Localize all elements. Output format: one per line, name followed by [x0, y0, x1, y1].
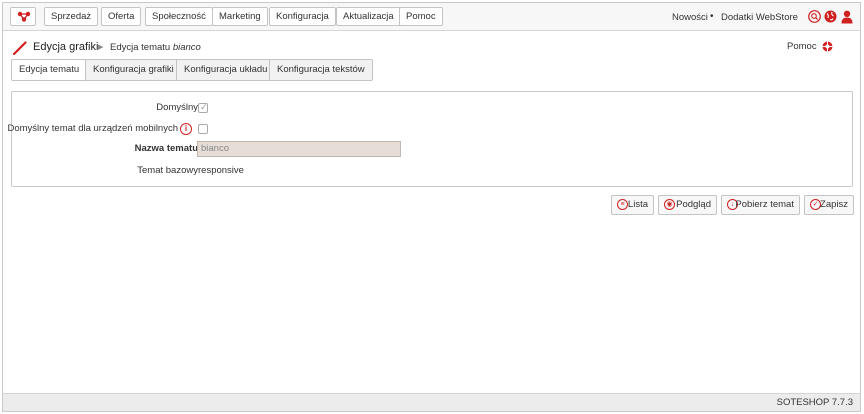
default-label: Domyślny	[156, 102, 198, 113]
base-theme-value: responsive	[198, 165, 244, 176]
download-theme-button-label: Pobierz temat	[735, 199, 794, 210]
default-checkbox[interactable]	[198, 102, 208, 113]
soteshop-logo-icon	[17, 11, 31, 22]
save-button-label: Zapisz	[820, 199, 848, 210]
download-theme-button[interactable]: ↓ Pobierz temat	[721, 195, 800, 215]
nav-help[interactable]: Pomoc	[399, 7, 443, 26]
nav-separator: •	[710, 11, 714, 22]
preview-button-label: Podgląd	[676, 199, 711, 210]
theme-name-field[interactable]: bianco	[197, 141, 401, 157]
help-label: Pomoc	[787, 41, 817, 52]
pencil-icon	[13, 41, 27, 55]
base-theme-label: Temat bazowy	[137, 165, 198, 176]
globe-icon[interactable]	[824, 10, 837, 23]
nav-sales[interactable]: Sprzedaż	[44, 7, 99, 26]
list-icon: ≡	[617, 199, 628, 210]
tab-graphics-config[interactable]: Konfiguracja grafiki	[85, 59, 182, 81]
app-window: Sprzedaż Oferta Społeczność Marketing Ko…	[2, 2, 861, 412]
lifebuoy-icon	[822, 41, 833, 52]
mobile-default-label: Domyślny temat dla urządzeń mobilnych	[7, 123, 178, 134]
theme-name-label: Nazwa tematu	[134, 143, 198, 154]
nav-community[interactable]: Społeczność	[145, 7, 213, 26]
mobile-default-checkbox[interactable]	[198, 124, 208, 134]
nav-updates[interactable]: Aktualizacja	[336, 7, 401, 26]
news-link[interactable]: Nowości	[672, 12, 708, 23]
tab-edit-theme[interactable]: Edycja tematu	[11, 59, 88, 81]
search-icon[interactable]	[808, 10, 821, 23]
breadcrumb-current: Edycja tematu bianco	[110, 42, 201, 53]
breadcrumb-theme-name: bianco	[172, 42, 201, 53]
version-label: SOTESHOP 7.7.3	[776, 397, 853, 408]
eye-icon: ◉	[664, 199, 675, 210]
save-button[interactable]: ✓ Zapisz	[804, 195, 854, 215]
top-navigation: Sprzedaż Oferta Społeczność Marketing Ko…	[3, 3, 860, 31]
info-icon[interactable]: i	[180, 123, 192, 135]
list-button-label: Lista	[627, 199, 648, 210]
breadcrumb-separator: ▶	[98, 44, 104, 51]
home-logo-button[interactable]	[10, 7, 36, 26]
tab-texts-config[interactable]: Konfiguracja tekstów	[269, 59, 373, 81]
footer: SOTESHOP 7.7.3	[3, 393, 860, 411]
preview-button[interactable]: ◉ Podgląd	[658, 195, 717, 215]
theme-form: Domyślny Domyślny temat dla urządzeń mob…	[7, 91, 853, 187]
nav-offer[interactable]: Oferta	[101, 7, 142, 26]
breadcrumb-current-prefix: Edycja tematu	[110, 42, 171, 53]
tab-layout-config[interactable]: Konfiguracja układu	[176, 59, 276, 81]
breadcrumb-root[interactable]: Edycja grafiki	[33, 41, 98, 53]
nav-marketing[interactable]: Marketing	[212, 7, 268, 26]
nav-configuration[interactable]: Konfiguracja	[269, 7, 336, 26]
list-button[interactable]: ≡ Lista	[611, 195, 654, 215]
help-link[interactable]: Pomoc	[787, 41, 833, 52]
user-icon[interactable]	[841, 10, 853, 24]
webstore-addons-link[interactable]: Dodatki WebStore	[721, 12, 798, 23]
